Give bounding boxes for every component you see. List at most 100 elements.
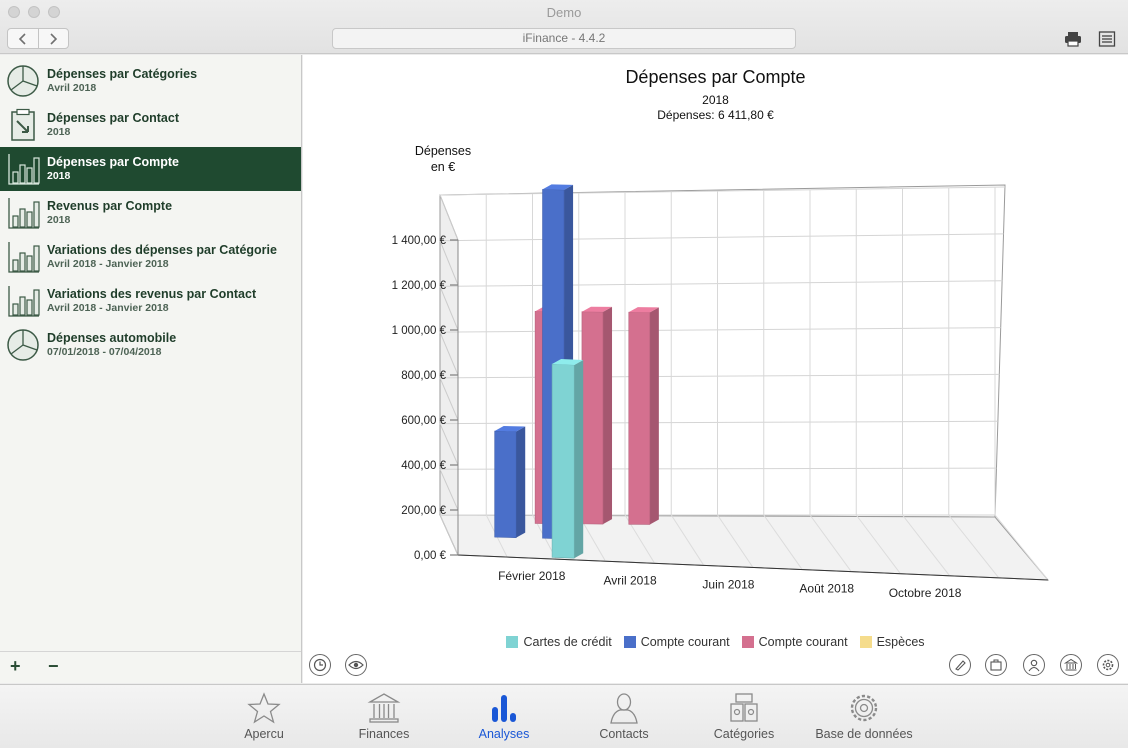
x-tick-label: Juin 2018	[702, 577, 754, 591]
list-icon	[1098, 31, 1116, 47]
legend-swatch	[506, 636, 519, 648]
pie-chart-icon	[6, 64, 41, 98]
tab-base-de-donn-es[interactable]: Base de données	[804, 691, 924, 741]
sidebar-item-title: Dépenses par Contact	[47, 111, 179, 125]
sidebar-item-subtitle: Avril 2018	[47, 82, 97, 94]
accounts-filter-button[interactable]	[1060, 654, 1082, 676]
sidebar-item-title: Variations des dépenses par Catégorie	[47, 243, 277, 257]
chevron-right-icon	[50, 32, 58, 45]
back-button[interactable]	[8, 29, 38, 48]
preview-button[interactable]	[345, 654, 367, 676]
gear-icon	[1102, 659, 1114, 671]
pen-icon	[955, 660, 966, 671]
sidebar-item[interactable]: Dépenses par Compte 2018	[0, 147, 301, 191]
bar-front	[628, 311, 651, 525]
sidebar-toolbar: + −	[0, 651, 301, 683]
bar-chart-icon	[6, 284, 41, 318]
chart-panel: Dépenses par Compte 2018 Dépenses: 6 411…	[303, 55, 1128, 683]
sidebar-item[interactable]: Dépenses par Contact 2018	[0, 103, 301, 147]
bar-front	[581, 311, 604, 525]
sidebar-item-subtitle: 2018	[47, 214, 71, 226]
legend-item: Compte courant	[741, 635, 848, 649]
chart-grid	[439, 184, 1050, 581]
navigation-buttons	[7, 28, 69, 49]
person-icon	[1028, 659, 1040, 672]
legend-item: Espèces	[859, 635, 925, 649]
tab-label: Apercu	[244, 727, 284, 741]
bar-front	[551, 363, 575, 559]
categories-filter-button[interactable]	[985, 654, 1007, 676]
chart-legend: Cartes de crédit Compte courant Compte cou…	[303, 635, 1128, 649]
legend-swatch	[741, 636, 754, 648]
sidebar-item[interactable]: Variations des revenus par Contact Avril …	[0, 279, 301, 323]
sidebar-item-subtitle: 07/01/2018 - 07/04/2018	[47, 346, 162, 358]
tab-label: Base de données	[815, 727, 913, 741]
sidebar-item[interactable]: Dépenses automobile 07/01/2018 - 07/04/20…	[0, 323, 301, 367]
legend-label: Compte courant	[640, 635, 730, 649]
bar-chart-icon	[6, 196, 41, 230]
y-tick-label: 600,00 €	[401, 415, 446, 427]
person-icon	[564, 691, 684, 725]
y-tick-label: 200,00 €	[401, 505, 446, 517]
bar	[581, 306, 613, 525]
bar-chart-icon	[6, 240, 41, 274]
period-button[interactable]	[309, 654, 331, 676]
sidebar-item-title: Revenus par Compte	[47, 199, 173, 213]
list-view-button[interactable]	[1098, 30, 1116, 48]
tab-finances[interactable]: Finances	[324, 691, 444, 741]
sidebar-item-title: Dépenses par Compte	[47, 155, 179, 169]
legend-item: Cartes de crédit	[506, 635, 612, 649]
x-tick-label: Avril 2018	[604, 573, 657, 587]
tab-analyses[interactable]: Analyses	[444, 691, 564, 741]
printer-icon	[1065, 32, 1081, 47]
legend-label: Cartes de crédit	[523, 635, 612, 649]
x-tick-label: Février 2018	[498, 569, 566, 583]
tab-contacts[interactable]: Contacts	[564, 691, 684, 741]
tab-cat-gories[interactable]: Catégories	[684, 691, 804, 741]
bar-chart: 0,00 € 200,00 € 400,00 € 600,00 € 800,00 € 1 …	[392, 184, 1050, 600]
y-tick-label: 0,00 €	[414, 550, 447, 562]
sidebar-item[interactable]: Revenus par Compte 2018	[0, 191, 301, 235]
chevron-left-icon	[18, 32, 26, 45]
sidebar-item[interactable]: Variations des dépenses par Catégorie Avr…	[0, 235, 301, 279]
y-tick-label: 800,00 €	[401, 370, 446, 382]
chart-type-button[interactable]	[949, 654, 971, 676]
bar-chart-icon	[6, 152, 41, 186]
sidebar-item-subtitle: Avril 2018 - Janvier 2018	[47, 302, 169, 314]
forward-button[interactable]	[37, 29, 69, 48]
sidebar-item[interactable]: Dépenses par Catégories Avril 2018	[0, 59, 301, 103]
tab-label: Finances	[358, 727, 410, 741]
sidebar-item-title: Dépenses par Catégories	[47, 67, 198, 81]
analyses-icon	[444, 691, 564, 725]
y-tick-label: 1 200,00 €	[392, 280, 447, 292]
categories-icon	[684, 691, 804, 725]
bar-side	[516, 426, 526, 538]
tab-label: Contacts	[599, 727, 649, 741]
tab-apercu[interactable]: Apercu	[204, 691, 324, 741]
add-report-button[interactable]: +	[10, 656, 21, 677]
legend-item: Compte courant	[623, 635, 730, 649]
bar-front	[494, 430, 517, 538]
eye-icon	[348, 660, 364, 670]
bar-side	[574, 359, 584, 559]
tab-label: Analyses	[478, 727, 530, 741]
tab-bar: Apercu Finances Analyses Contacts Catégories…	[0, 684, 1128, 748]
y-tick-label: 400,00 €	[401, 460, 446, 472]
bank-icon	[1064, 658, 1078, 671]
remove-report-button[interactable]: −	[48, 656, 59, 677]
title-bar: Demo iFinance - 4.4.2	[0, 0, 1128, 54]
legend-label: Compte courant	[758, 635, 848, 649]
y-tick-label: 1 400,00 €	[392, 235, 447, 247]
briefcase-icon	[990, 659, 1002, 671]
bar	[628, 307, 659, 525]
contacts-filter-button[interactable]	[1023, 654, 1045, 676]
pie-chart-icon	[6, 328, 41, 362]
window-title: Demo	[546, 5, 582, 20]
legend-label: Espèces	[876, 635, 925, 649]
bank-icon	[324, 691, 444, 725]
chart-settings-button[interactable]	[1097, 654, 1119, 676]
print-button[interactable]	[1064, 30, 1082, 48]
sidebar-item-title: Variations des revenus par Contact	[47, 287, 257, 301]
legend-swatch	[623, 636, 636, 648]
sidebar-item-title: Dépenses automobile	[47, 331, 177, 345]
